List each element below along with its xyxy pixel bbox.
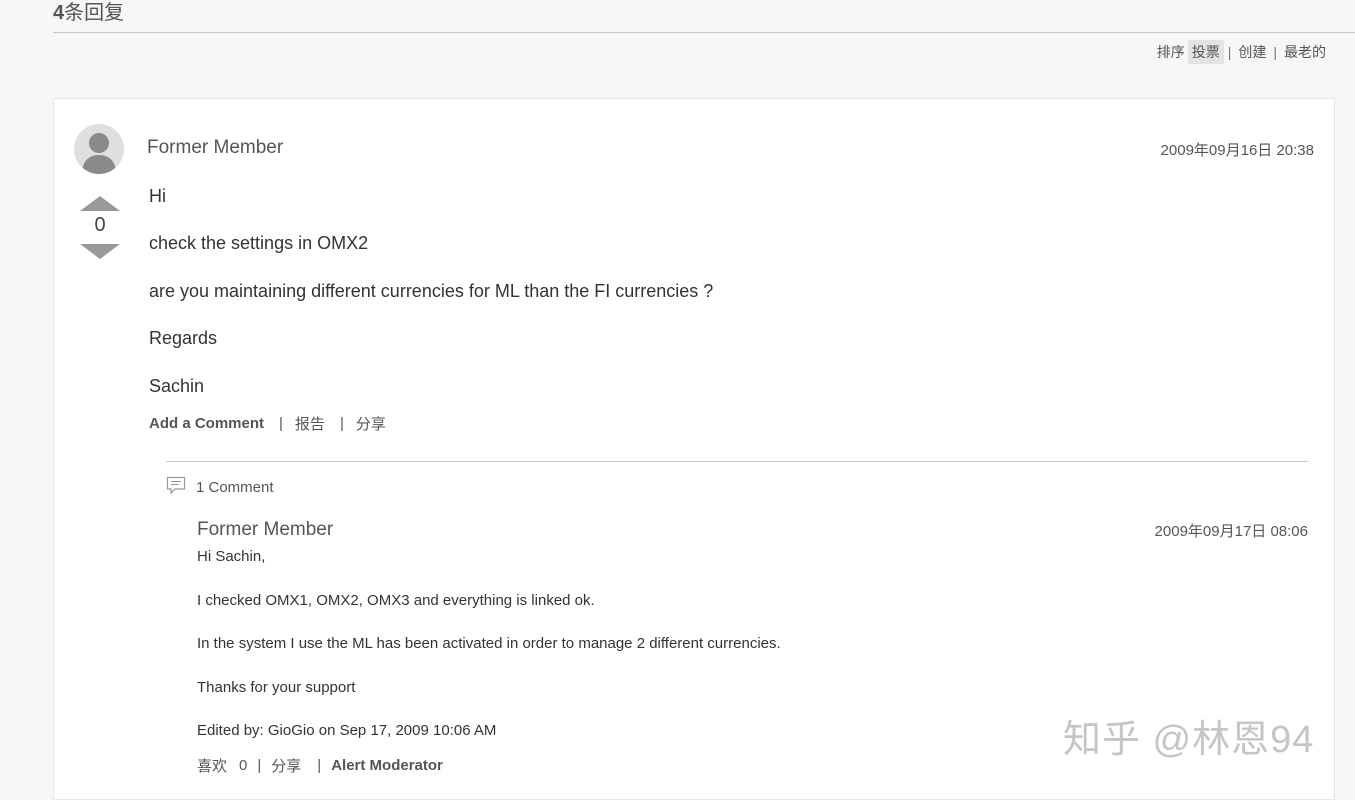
answer-timestamp: 2009年09月16日 20:38 bbox=[1160, 142, 1314, 159]
answer-text-line: are you maintaining different currencies… bbox=[149, 281, 714, 301]
divider: | bbox=[317, 757, 322, 774]
answer-author[interactable]: Former Member bbox=[147, 137, 283, 159]
comment-author[interactable]: Former Member bbox=[197, 519, 333, 541]
divider: | bbox=[339, 415, 344, 432]
answer-actions: Add a Comment | 报告 | 分享 bbox=[149, 413, 386, 434]
add-comment-link[interactable]: Add a Comment bbox=[149, 415, 264, 432]
watermark: 知乎 @林恩94 bbox=[1063, 719, 1315, 761]
share-link[interactable]: 分享 bbox=[356, 413, 386, 434]
divider: | bbox=[1227, 44, 1232, 60]
replies-heading: 4条回复 bbox=[53, 0, 124, 25]
vote-count: 0 bbox=[94, 214, 106, 236]
user-avatar-icon[interactable] bbox=[74, 124, 124, 174]
sort-bar: 排序 投票 | 创建 | 最老的 bbox=[1154, 40, 1329, 64]
comment-edit-note: Edited by: GioGio on Sep 17, 2009 10:06 … bbox=[197, 722, 497, 739]
comment-count-label: 1 Comment bbox=[196, 478, 274, 496]
comment-text-line: I checked OMX1, OMX2, OMX3 and everythin… bbox=[197, 592, 595, 609]
answer-text-line: Sachin bbox=[149, 376, 205, 396]
answer-text-line: Hi bbox=[149, 186, 166, 206]
sort-option-votes[interactable]: 投票 bbox=[1187, 40, 1224, 64]
like-count: 0 bbox=[239, 757, 248, 774]
sort-option-created[interactable]: 创建 bbox=[1235, 42, 1269, 62]
like-link[interactable]: 喜欢 bbox=[197, 755, 227, 776]
divider: | bbox=[1273, 44, 1277, 60]
sort-option-oldest[interactable]: 最老的 bbox=[1281, 42, 1329, 62]
comment-text-line: In the system I use the ML has been acti… bbox=[197, 635, 781, 652]
comment-share-link[interactable]: 分享 bbox=[271, 755, 301, 776]
reply-label: 条回复 bbox=[64, 2, 125, 24]
vote-up-icon[interactable] bbox=[80, 196, 120, 211]
comment-text-line: Hi Sachin, bbox=[197, 548, 266, 565]
header-divider bbox=[53, 32, 1355, 33]
sort-label: 排序 bbox=[1156, 44, 1185, 60]
comment-actions: 喜欢 0 | 分享 | Alert Moderator bbox=[197, 755, 443, 776]
comment-text-line: Thanks for your support bbox=[197, 679, 356, 696]
speech-bubble-icon bbox=[166, 475, 186, 499]
comments-divider bbox=[166, 461, 1308, 462]
divider: | bbox=[257, 757, 262, 774]
divider: | bbox=[279, 415, 283, 432]
answer-text-line: check the settings in OMX2 bbox=[149, 233, 369, 253]
report-link[interactable]: 报告 bbox=[295, 413, 325, 434]
alert-moderator-link[interactable]: Alert Moderator bbox=[331, 757, 443, 774]
answer-card: 0 Former Member 2009年09月16日 20:38 Hi che… bbox=[53, 98, 1335, 800]
answer-text-line: Regards bbox=[149, 328, 218, 348]
comment-timestamp: 2009年09月17日 08:06 bbox=[1154, 523, 1308, 540]
vote-down-icon[interactable] bbox=[80, 244, 120, 259]
reply-count: 4 bbox=[53, 2, 65, 24]
comment-count[interactable]: 1 Comment bbox=[166, 475, 274, 499]
